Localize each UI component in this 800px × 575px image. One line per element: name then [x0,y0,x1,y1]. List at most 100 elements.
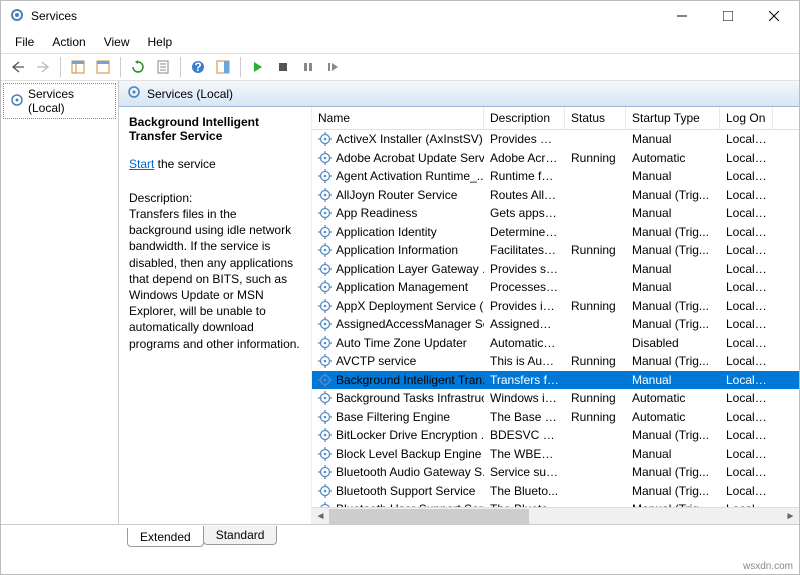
refresh-button[interactable] [127,56,149,78]
service-logon: Local Se [720,409,773,425]
back-button[interactable] [7,56,29,78]
menu-help[interactable]: Help [140,33,181,51]
stop-service-button[interactable] [272,56,294,78]
gear-icon [318,410,332,424]
service-logon: Local Sy [720,316,773,332]
menu-view[interactable]: View [96,33,138,51]
gear-icon [318,262,332,276]
service-name: Application Layer Gateway ... [336,262,484,276]
col-description[interactable]: Description [484,107,565,129]
service-row[interactable]: Bluetooth Support ServiceThe Blueto...Ma… [312,482,799,501]
service-row[interactable]: Application InformationFacilitates t...R… [312,241,799,260]
service-name: Application Identity [336,225,437,239]
scroll-right-icon[interactable]: ► [782,508,799,525]
start-service-button[interactable] [247,56,269,78]
menu-action[interactable]: Action [44,33,93,51]
close-button[interactable] [751,1,797,31]
service-row[interactable]: AssignedAccessManager Se...AssignedAc...… [312,315,799,334]
view-tabs: Extended Standard [1,525,799,547]
gear-icon [318,336,332,350]
service-startup: Manual (Trig... [626,187,720,203]
service-description: BDESVC hos... [484,427,565,443]
minimize-button[interactable] [659,1,705,31]
service-row[interactable]: Auto Time Zone UpdaterAutomatica...Disab… [312,334,799,353]
service-description: This is Audi... [484,353,565,369]
col-logon[interactable]: Log On [720,107,773,129]
export-list-button[interactable] [92,56,114,78]
service-row[interactable]: Background Tasks Infrastruc...Windows in… [312,389,799,408]
service-row[interactable]: Background Intelligent Tran...Transfers … [312,371,799,390]
col-status[interactable]: Status [565,107,626,129]
column-headers: Name Description Status Startup Type Log… [312,107,799,130]
service-startup: Manual (Trig... [626,464,720,480]
tab-extended[interactable]: Extended [127,528,204,547]
gear-icon [318,428,332,442]
service-row[interactable]: Block Level Backup Engine ...The WBENG..… [312,445,799,464]
service-status [565,286,626,288]
service-description: Automatica... [484,335,565,351]
service-status [565,434,626,436]
service-row[interactable]: Bluetooth Audio Gateway S...Service sup.… [312,463,799,482]
service-row[interactable]: BitLocker Drive Encryption ...BDESVC hos… [312,426,799,445]
service-description: The WBENG... [484,446,565,462]
toolbar: ? [1,53,799,81]
properties-button[interactable] [152,56,174,78]
service-name: AllJoyn Router Service [336,188,457,202]
help-button[interactable]: ? [187,56,209,78]
tree-item-services-local[interactable]: Services (Local) [3,83,116,119]
col-startup-type[interactable]: Startup Type [626,107,720,129]
service-startup: Manual [626,372,720,388]
service-row[interactable]: Application Layer Gateway ...Provides su… [312,260,799,279]
watermark: wsxdn.com [743,561,793,572]
description-text: Transfers files in the background using … [129,206,301,352]
service-row[interactable]: AVCTP serviceThis is Audi...RunningManua… [312,352,799,371]
service-description: Gets apps re... [484,205,565,221]
service-status: Running [565,242,626,258]
service-row[interactable]: Adobe Acrobat Update Serv...Adobe Acro..… [312,149,799,168]
service-startup: Manual (Trig... [626,224,720,240]
window-title: Services [31,9,659,23]
horizontal-scrollbar[interactable]: ◄ ► [312,507,799,524]
scroll-thumb[interactable] [329,509,529,524]
service-status [565,323,626,325]
service-row[interactable]: AppX Deployment Service (...Provides inf… [312,297,799,316]
tree-pane: Services (Local) [1,81,119,524]
tab-standard[interactable]: Standard [203,526,278,545]
service-row[interactable]: ActiveX Installer (AxInstSV)Provides Us.… [312,130,799,149]
service-row[interactable]: App ReadinessGets apps re...ManualLocal … [312,204,799,223]
pause-service-button[interactable] [297,56,319,78]
service-description: Windows in... [484,390,565,406]
service-description: Provides inf... [484,298,565,314]
show-hide-action-pane-button[interactable] [212,56,234,78]
service-row[interactable]: Base Filtering EngineThe Base Fil...Runn… [312,408,799,427]
service-startup: Automatic [626,390,720,406]
service-name: Application Management [336,280,468,294]
restart-service-button[interactable] [322,56,344,78]
col-name[interactable]: Name [312,107,484,129]
service-logon: Local Sy [720,298,773,314]
service-row[interactable]: Application IdentityDetermines ...Manual… [312,223,799,242]
gear-icon [318,373,332,387]
service-startup: Manual (Trig... [626,353,720,369]
service-row[interactable]: Agent Activation Runtime_...Runtime for.… [312,167,799,186]
service-status [565,212,626,214]
gear-icon [318,354,332,368]
service-startup: Automatic [626,150,720,166]
service-row[interactable]: AllJoyn Router ServiceRoutes AllJo...Man… [312,186,799,205]
show-hide-tree-button[interactable] [67,56,89,78]
menu-file[interactable]: File [7,33,42,51]
scroll-left-icon[interactable]: ◄ [312,508,329,525]
service-startup: Manual (Trig... [626,427,720,443]
maximize-button[interactable] [705,1,751,31]
service-row[interactable]: Application ManagementProcesses in...Man… [312,278,799,297]
service-logon: Local Sy [720,168,773,184]
service-description: Facilitates t... [484,242,565,258]
gear-icon [318,484,332,498]
start-service-link[interactable]: Start [129,157,154,171]
service-description: AssignedAc... [484,316,565,332]
service-startup: Manual [626,205,720,221]
service-name: Background Tasks Infrastruc... [336,391,484,405]
forward-button[interactable] [32,56,54,78]
service-status [565,471,626,473]
service-logon: Local Sy [720,205,773,221]
